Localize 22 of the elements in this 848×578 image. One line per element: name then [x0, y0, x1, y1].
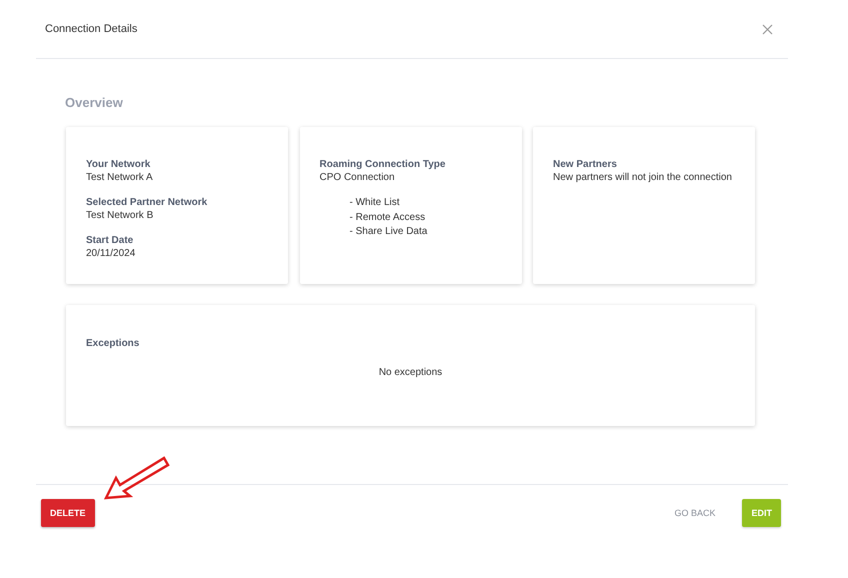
field-label: Exceptions — [86, 337, 140, 350]
list-item: - Share Live Data — [348, 225, 428, 239]
list-item: - White List — [348, 196, 401, 210]
field-label: New Partners — [553, 158, 618, 171]
field-label: Your Network — [86, 158, 152, 171]
field-value: Test Network B — [86, 209, 154, 223]
field-label: Start Date — [86, 234, 134, 247]
delete-button[interactable]: DELETE — [41, 499, 95, 527]
arrow-icon — [104, 456, 170, 500]
field-value: CPO Connection — [320, 171, 396, 185]
back-button[interactable]: GO BACK — [665, 499, 724, 527]
field-label: Roaming Connection Type — [320, 158, 446, 171]
close-icon[interactable] — [762, 24, 773, 34]
dialog-title: Connection Details — [45, 23, 138, 35]
field-value: 20/11/2024 — [86, 247, 136, 261]
field-label: Selected Partner Network — [86, 196, 208, 209]
edit-button[interactable]: EDIT — [742, 499, 781, 527]
field-value: New partners will not join the connection — [553, 171, 733, 185]
empty-message: No exceptions — [378, 367, 444, 378]
field-value: Test Network A — [86, 171, 154, 185]
list-item: - Remote Access — [348, 210, 426, 224]
section-heading: Overview — [65, 95, 124, 110]
